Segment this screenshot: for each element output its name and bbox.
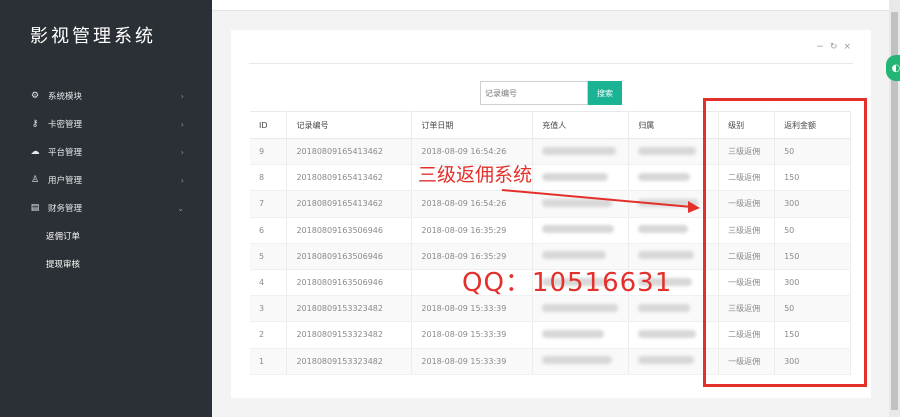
cell-record: 20180809165413462 (286, 138, 413, 166)
cell-payer-redacted (532, 138, 630, 166)
cell-record: 20180809163506946 (286, 269, 413, 297)
sidebar-item-system[interactable]: ⚙ 系统模块 › (0, 82, 212, 110)
cell-id: 4 (250, 269, 288, 297)
cell-id: 9 (250, 138, 288, 166)
cell-record: 20180809163506946 (286, 217, 413, 244)
cell-id: 8 (250, 164, 288, 192)
cell-date: 2018-08-09 15:33:39 (411, 348, 534, 375)
gear-icon: ⚙ (30, 91, 40, 101)
user-icon: ♙ (30, 175, 40, 185)
cell-payer-redacted (532, 321, 630, 349)
redacted-text (542, 356, 613, 365)
cloud-icon: ☁ (30, 147, 40, 157)
cell-record: 20180809153323482 (286, 321, 413, 349)
cell-date: 2018-08-09 15:33:39 (411, 295, 534, 323)
chevron-right-icon: › (180, 147, 184, 157)
cell-id: 2 (250, 321, 288, 349)
cell-id: 6 (250, 217, 288, 244)
column-header-id: ID (250, 111, 288, 139)
sidebar-item-label: 财务管理 (48, 204, 83, 214)
redacted-text (542, 225, 615, 234)
redacted-text (638, 146, 697, 155)
search-button[interactable]: 搜索 (588, 81, 622, 105)
wallet-icon: ▤ (30, 203, 40, 213)
sidebar-item-platform[interactable]: ☁ 平台管理 › (0, 138, 212, 166)
sidebar-item-label: 系统模块 (48, 92, 83, 102)
sidebar-item-cards[interactable]: ⚷ 卡密管理 › (0, 110, 212, 138)
redacted-text (542, 329, 605, 338)
cell-date: 2018-08-09 15:33:39 (411, 321, 534, 349)
redacted-text (638, 356, 695, 365)
redacted-text (638, 303, 691, 312)
key-icon: ⚷ (31, 119, 39, 129)
collapse-icon[interactable]: − (816, 42, 824, 52)
cell-record: 20180809163506946 (286, 243, 413, 270)
cell-payer-redacted (532, 348, 630, 375)
annotation-qq: QQ：10516631 (462, 268, 673, 298)
top-bar (212, 0, 900, 11)
app-title: 影视管理系统 (30, 26, 156, 47)
refresh-icon[interactable]: ↻ (830, 42, 838, 52)
cell-id: 3 (250, 295, 288, 323)
cell-record: 20180809153323482 (286, 295, 413, 323)
chevron-right-icon: › (180, 91, 184, 101)
column-header-record: 记录编号 (286, 111, 413, 139)
close-icon[interactable]: × (843, 42, 851, 52)
cell-id: 5 (250, 243, 288, 270)
redacted-text (542, 251, 607, 260)
cell-id: 7 (250, 190, 288, 218)
cell-id: 1 (250, 348, 288, 375)
sidebar-item-finance[interactable]: ▤ 财务管理 ⌄ (0, 194, 212, 222)
cell-record: 20180809165413462 (286, 164, 413, 192)
search-input[interactable]: 记录编号 (480, 81, 588, 105)
redacted-text (638, 251, 695, 260)
cell-payer-redacted (532, 295, 630, 323)
panel-tools: − ↻ × (816, 42, 851, 52)
sidebar-item-label: 卡密管理 (48, 120, 83, 130)
column-header-date: 订单日期 (411, 111, 534, 139)
annotation-arrow-icon (501, 189, 700, 213)
redacted-text (638, 225, 689, 234)
sidebar-item-users[interactable]: ♙ 用户管理 › (0, 166, 212, 194)
chevron-right-icon: › (180, 175, 184, 185)
redacted-text (638, 329, 697, 338)
cell-record: 20180809153323482 (286, 348, 413, 375)
cell-record: 20180809165413462 (286, 190, 413, 218)
divider (249, 63, 853, 64)
sidebar-item-label: 用户管理 (48, 176, 83, 186)
cell-payer-redacted (532, 217, 630, 244)
sidebar-nav: ⚙ 系统模块 › ⚷ 卡密管理 › ☁ 平台管理 › ♙ 用户管理 › ▤ 财务… (0, 82, 212, 278)
sidebar: 影视管理系统 ⚙ 系统模块 › ⚷ 卡密管理 › ☁ 平台管理 › ♙ 用户管理… (0, 0, 212, 417)
float-badge[interactable]: ◐ (886, 55, 900, 81)
sidebar-subitem-withdraw-review[interactable]: 提现审核 (0, 250, 212, 278)
redacted-text (542, 146, 617, 155)
sidebar-item-label: 平台管理 (48, 148, 83, 158)
redacted-text (542, 303, 619, 312)
chevron-right-icon: › (180, 119, 184, 129)
sidebar-subitem-commission-orders[interactable]: 返佣订单 (0, 222, 212, 250)
annotation-highlight-box (703, 98, 867, 387)
cell-date: 2018-08-09 16:35:29 (411, 217, 534, 244)
column-header-payer: 充值人 (532, 111, 630, 139)
chevron-down-icon: ⌄ (177, 203, 184, 213)
